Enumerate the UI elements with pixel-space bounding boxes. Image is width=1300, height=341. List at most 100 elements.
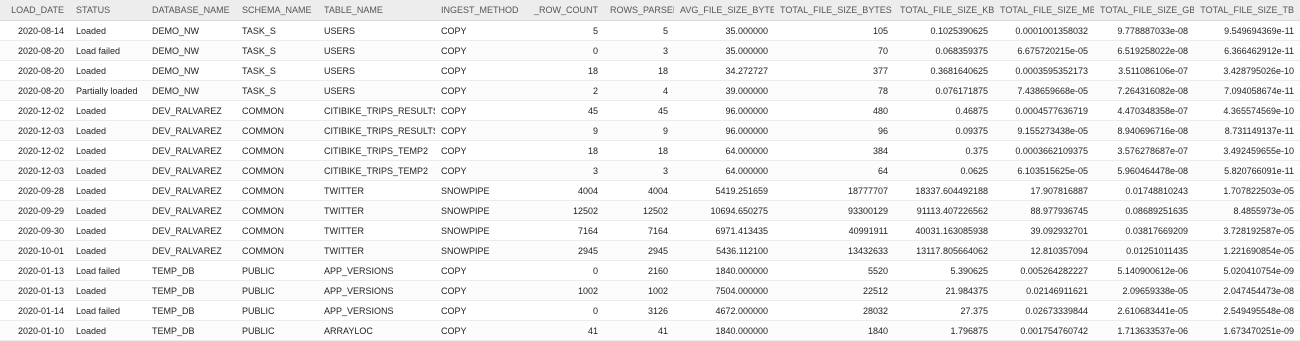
table-cell: 0.0625 xyxy=(894,160,994,181)
table-cell: 2.047454473e-08 xyxy=(1194,280,1300,301)
table-cell: 9.155273438e-05 xyxy=(994,120,1094,141)
table-cell: Loaded xyxy=(70,280,146,301)
table-cell: 7164 xyxy=(522,220,604,241)
table-cell: 5.820766091e-11 xyxy=(1194,160,1300,181)
table-cell: USERS xyxy=(318,20,435,41)
table-row[interactable]: 2020-01-13 Loaded TEMP_DB PUBLIC APP_VERSION… xyxy=(0,280,1300,301)
table-cell: ARRAYLOC xyxy=(318,320,435,341)
table-row[interactable]: 2020-08-20 Load failed DEMO_NW TASK_S USERS C… xyxy=(0,40,1300,61)
table-cell: PUBLIC xyxy=(236,300,318,321)
column-header-total-file-size-gb[interactable]: TOTAL_FILE_SIZE_GB xyxy=(1094,0,1194,21)
table-cell: 0.0003662109375 xyxy=(994,140,1094,161)
table-cell: 0 xyxy=(522,300,604,321)
column-header-row-count[interactable]: _ROW_COUNT xyxy=(522,0,604,21)
table-cell: DEMO_NW xyxy=(146,60,236,81)
table-cell: 2020-09-28 xyxy=(0,180,70,201)
table-cell: 6.519258022e-08 xyxy=(1094,40,1194,61)
column-header-avg-file-size-bytes[interactable]: AVG_FILE_SIZE_BYTES xyxy=(674,0,774,21)
table-row[interactable]: 2020-12-02 Loaded DEV_RALVAREZ COMMON CITIBI… xyxy=(0,140,1300,161)
table-cell: 8.4855973e-05 xyxy=(1194,200,1300,221)
table-row[interactable]: 2020-12-02 Loaded DEV_RALVAREZ COMMON CITIBI… xyxy=(0,100,1300,121)
column-header-table-name[interactable]: TABLE_NAME xyxy=(318,0,435,21)
table-cell: TWITTER xyxy=(318,180,435,201)
table-cell: 1.221690854e-05 xyxy=(1194,240,1300,261)
table-cell: 0 xyxy=(522,40,604,61)
table-cell: 91113.407226562 xyxy=(894,200,994,221)
table-cell: TASK_S xyxy=(236,20,318,41)
table-cell: 5419.251659 xyxy=(674,180,774,201)
table-cell: 2020-08-14 xyxy=(0,20,70,41)
table-cell: 12.810357094 xyxy=(994,240,1094,261)
table-cell: CITIBIKE_TRIPS_RESULTS xyxy=(318,100,435,121)
table-cell: DEV_RALVAREZ xyxy=(146,200,236,221)
table-cell: COPY xyxy=(435,20,522,41)
column-header-load-date[interactable]: LOAD_DATE xyxy=(0,0,70,21)
table-row[interactable]: 2020-08-14 Loaded DEMO_NW TASK_S USERS COPY 5 5… xyxy=(0,20,1300,41)
table-cell: COPY xyxy=(435,40,522,61)
table-cell: 4.470348358e-07 xyxy=(1094,100,1194,121)
header-row: LOAD_DATE STATUS DATABASE_NAME SCHEMA_NAME T… xyxy=(0,0,1300,21)
table-cell: 2.549495548e-08 xyxy=(1194,300,1300,321)
column-header-schema-name[interactable]: SCHEMA_NAME xyxy=(236,0,318,21)
table-cell: CITIBIKE_TRIPS_RESULTS xyxy=(318,120,435,141)
table-cell: USERS xyxy=(318,80,435,101)
table-cell: 1.707822503e-05 xyxy=(1194,180,1300,201)
table-cell: 64.000000 xyxy=(674,140,774,161)
table-cell: 28032 xyxy=(774,300,894,321)
column-header-ingest-method[interactable]: INGEST_METHOD xyxy=(435,0,522,21)
table-cell: 93300129 xyxy=(774,200,894,221)
table-cell: 1840.000000 xyxy=(674,260,774,281)
table-cell: 0.005264282227 xyxy=(994,260,1094,281)
table-row[interactable]: 2020-12-03 Loaded DEV_RALVAREZ COMMON CITIBI… xyxy=(0,120,1300,141)
table-cell: 4 xyxy=(604,80,674,101)
table-cell: 377 xyxy=(774,60,894,81)
table-cell: 105 xyxy=(774,20,894,41)
table-cell: COMMON xyxy=(236,240,318,261)
table-cell: SNOWPIPE xyxy=(435,180,522,201)
table-cell: DEV_RALVAREZ xyxy=(146,180,236,201)
table-row[interactable]: 2020-09-28 Loaded DEV_RALVAREZ COMMON TWITTE… xyxy=(0,180,1300,201)
column-header-total-file-size-tb[interactable]: TOTAL_FILE_SIZE_TB xyxy=(1194,0,1300,21)
table-cell: PUBLIC xyxy=(236,260,318,281)
table-cell: DEV_RALVAREZ xyxy=(146,240,236,261)
table-cell: 12502 xyxy=(522,200,604,221)
table-cell: Loaded xyxy=(70,160,146,181)
table-cell: 2020-09-30 xyxy=(0,220,70,241)
table-cell: TASK_S xyxy=(236,60,318,81)
table-row[interactable]: 2020-01-14 Load failed TEMP_DB PUBLIC APP_VE… xyxy=(0,300,1300,321)
table-cell: Load failed xyxy=(70,40,146,61)
column-header-database-name[interactable]: DATABASE_NAME xyxy=(146,0,236,21)
column-header-total-file-size-bytes[interactable]: TOTAL_FILE_SIZE_BYTES xyxy=(774,0,894,21)
column-header-rows-parsed[interactable]: ROWS_PARSED xyxy=(604,0,674,21)
table-cell: COMMON xyxy=(236,140,318,161)
table-cell: TEMP_DB xyxy=(146,320,236,341)
table-row[interactable]: 2020-09-30 Loaded DEV_RALVAREZ COMMON TWITTE… xyxy=(0,220,1300,241)
table-row[interactable]: 2020-09-29 Loaded DEV_RALVAREZ COMMON TWITTE… xyxy=(0,200,1300,221)
column-header-total-file-size-mb[interactable]: TOTAL_FILE_SIZE_MB xyxy=(994,0,1094,21)
table-cell: 27.375 xyxy=(894,300,994,321)
table-cell: 13117.805664062 xyxy=(894,240,994,261)
table-cell: TEMP_DB xyxy=(146,300,236,321)
table-cell: 2020-10-01 xyxy=(0,240,70,261)
table-cell: 0.02673339844 xyxy=(994,300,1094,321)
table-cell: 5 xyxy=(604,20,674,41)
table-cell: 4672.000000 xyxy=(674,300,774,321)
table-cell: 96.000000 xyxy=(674,100,774,121)
table-cell: 0.01748810243 xyxy=(1094,180,1194,201)
table-row[interactable]: 2020-10-01 Loaded DEV_RALVAREZ COMMON TWITTE… xyxy=(0,240,1300,261)
table-row[interactable]: 2020-12-03 Loaded DEV_RALVAREZ COMMON CITIBI… xyxy=(0,160,1300,181)
table-cell: APP_VERSIONS xyxy=(318,280,435,301)
table-cell: 35.000000 xyxy=(674,40,774,61)
column-header-total-file-size-kb[interactable]: TOTAL_FILE_SIZE_KB xyxy=(894,0,994,21)
table-cell: 18337.604492188 xyxy=(894,180,994,201)
table-cell: DEV_RALVAREZ xyxy=(146,160,236,181)
table-cell: Loaded xyxy=(70,60,146,81)
table-row[interactable]: 2020-08-20 Loaded DEMO_NW TASK_S USERS COPY 18… xyxy=(0,60,1300,81)
table-cell: 45 xyxy=(522,100,604,121)
column-header-status[interactable]: STATUS xyxy=(70,0,146,21)
table-row[interactable]: 2020-01-10 Loaded TEMP_DB PUBLIC ARRAYLOC COP… xyxy=(0,320,1300,341)
table-cell: 2020-08-20 xyxy=(0,80,70,101)
table-cell: Loaded xyxy=(70,320,146,341)
table-row[interactable]: 2020-08-20 Partially loaded DEMO_NW TASK_S U… xyxy=(0,80,1300,101)
table-row[interactable]: 2020-01-13 Load failed TEMP_DB PUBLIC APP_VE… xyxy=(0,260,1300,281)
